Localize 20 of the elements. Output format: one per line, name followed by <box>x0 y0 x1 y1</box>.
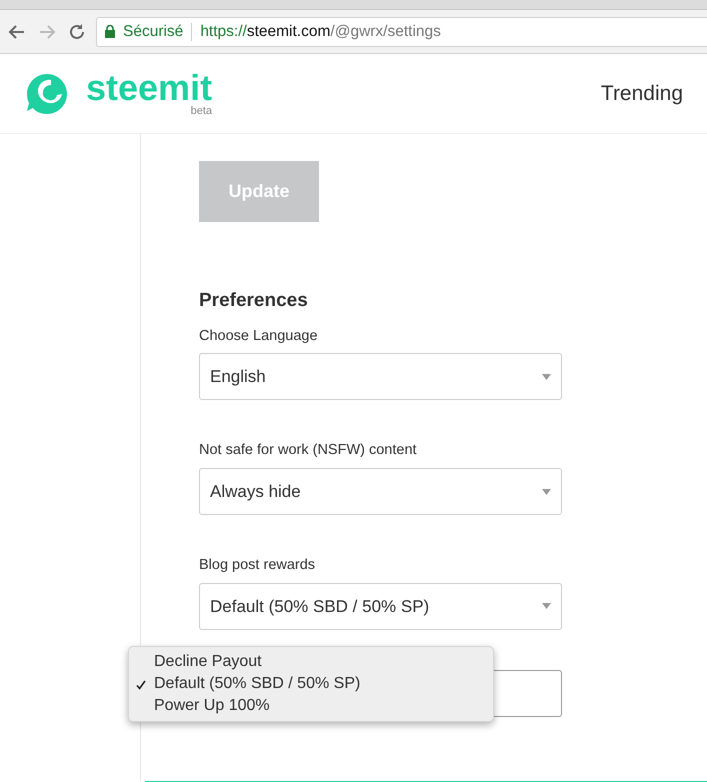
select-field[interactable]: Always hide <box>199 468 562 515</box>
caret-icon <box>542 603 551 610</box>
field-label: Blog post rewards <box>199 556 316 575</box>
select-field[interactable]: English <box>199 353 562 400</box>
section-heading: Preferences <box>199 289 309 313</box>
beta-label: beta <box>190 106 212 117</box>
logo-wordmark: steemit <box>86 70 212 106</box>
lock-icon <box>105 25 115 38</box>
select-field[interactable]: Default (50% SBD / 50% SP) <box>199 582 562 630</box>
dropdown-option[interactable]: Decline Payout <box>129 651 493 673</box>
field-label: Not safe for work (NSFW) content <box>199 441 418 460</box>
url-text: https://steemit.com/@gwrx/settings <box>200 22 441 42</box>
address-bar[interactable]: Sécurisé https://steemit.com/@gwrx/settings <box>96 16 707 46</box>
field-label: Choose Language <box>199 326 319 346</box>
caret-icon <box>542 488 551 494</box>
dropdown-option[interactable]: Power Up 100% <box>129 695 493 717</box>
security-label: Sécurisé <box>123 22 184 42</box>
dropdown-option[interactable]: Default (50% SBD / 50% SP) <box>129 673 493 695</box>
nav-link[interactable]: Trending <box>600 78 683 110</box>
caret-icon <box>542 374 551 380</box>
